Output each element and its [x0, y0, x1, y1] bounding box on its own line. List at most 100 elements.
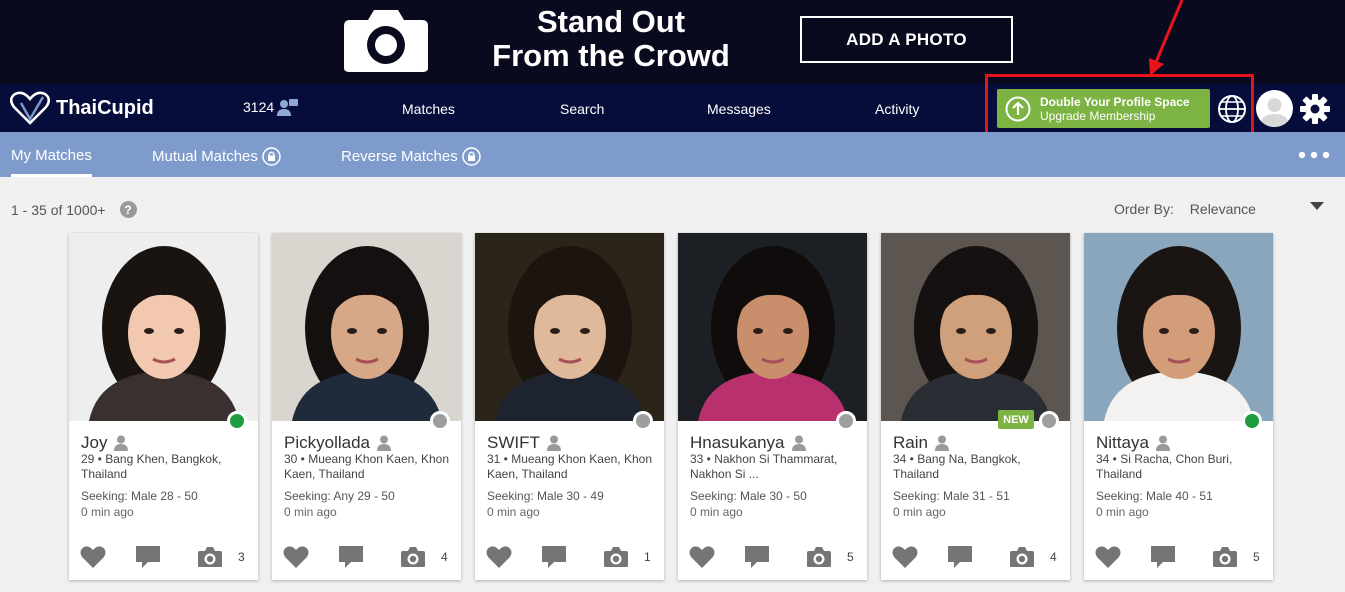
heart-icon[interactable]: [80, 545, 106, 569]
lock-icon: [461, 147, 481, 166]
last-active: 0 min ago: [893, 505, 946, 519]
nav-matches[interactable]: Matches: [402, 101, 455, 117]
user-avatar[interactable]: [1256, 90, 1293, 127]
logo[interactable]: ThaiCupid: [10, 91, 154, 125]
help-icon[interactable]: ?: [119, 201, 137, 218]
logo-text: ThaiCupid: [56, 96, 154, 119]
globe-icon[interactable]: [1216, 93, 1248, 125]
last-active: 0 min ago: [81, 505, 134, 519]
heart-icon[interactable]: [283, 545, 309, 569]
profile-photo[interactable]: [69, 233, 258, 421]
profile-name[interactable]: Hnasukanya: [690, 433, 785, 453]
profile-photo[interactable]: [881, 233, 1070, 421]
photo-count: 4: [1050, 550, 1057, 564]
user-icon: [114, 435, 129, 451]
tab-reverse-matches[interactable]: Reverse Matches: [341, 147, 481, 166]
arrow-up-circle-icon: [1005, 96, 1031, 121]
card-actions: 4: [881, 543, 1070, 569]
annotation-arrow-icon: [1149, 0, 1184, 76]
message-icon[interactable]: [135, 545, 161, 569]
heart-icon[interactable]: [689, 545, 715, 569]
profile-photo-image: [1084, 233, 1273, 421]
nav-search[interactable]: Search: [560, 101, 604, 117]
order-by[interactable]: Order By: Relevance: [1114, 201, 1256, 217]
profile-photo[interactable]: [272, 233, 461, 421]
match-card[interactable]: Pickyollada 30 • Mueang Khon Kaen, Khon K…: [272, 233, 461, 580]
order-by-value: Relevance: [1189, 201, 1256, 217]
tab-mutual-matches[interactable]: Mutual Matches: [152, 147, 281, 166]
user-silhouette-icon: [1260, 98, 1289, 127]
heart-icon[interactable]: [486, 545, 512, 569]
match-card[interactable]: Nittaya 34 • Si Racha, Chon Buri, Thailan…: [1084, 233, 1273, 580]
profile-location: 33 • Nakhon Si Thammarat, Nakhon Si ...: [690, 452, 838, 481]
camera-icon[interactable]: [603, 546, 629, 568]
matches-subnav: My Matches Mutual Matches Reverse Matche…: [0, 132, 1345, 177]
match-notifications[interactable]: 3124: [243, 98, 299, 116]
banner-headline-line1: Stand Out: [536, 4, 686, 39]
camera-icon[interactable]: [1009, 546, 1035, 568]
tab-my-matches[interactable]: My Matches: [11, 147, 92, 164]
match-card[interactable]: NEW Rain 34 • Bang Na, Bangkok, Thailand Se…: [881, 233, 1070, 580]
upgrade-membership-button[interactable]: Double Your Profile Space Upgrade Member…: [997, 89, 1210, 128]
profile-photo-image: [272, 233, 461, 421]
offline-status-indicator: [836, 411, 856, 431]
tab-label: Mutual Matches: [152, 148, 258, 165]
message-icon[interactable]: [1150, 545, 1176, 569]
chevron-down-icon[interactable]: [1310, 202, 1324, 210]
profile-photo-image: [881, 233, 1070, 421]
message-icon[interactable]: [541, 545, 567, 569]
match-card[interactable]: Joy 29 • Bang Khen, Bangkok, Thailand Seek…: [69, 233, 258, 580]
photo-count: 3: [238, 550, 245, 564]
user-icon: [1155, 435, 1170, 451]
nav-activity[interactable]: Activity: [875, 101, 919, 117]
more-options-icon[interactable]: [1298, 151, 1330, 159]
profile-name[interactable]: Pickyollada: [284, 433, 370, 453]
last-active: 0 min ago: [487, 505, 540, 519]
card-actions: 5: [678, 543, 867, 569]
camera-icon[interactable]: [806, 546, 832, 568]
user-icon: [791, 435, 806, 451]
profile-name[interactable]: Rain: [893, 433, 928, 453]
profile-name[interactable]: Nittaya: [1096, 433, 1149, 453]
offline-status-indicator: [633, 411, 653, 431]
profile-name[interactable]: SWIFT: [487, 433, 540, 453]
tab-label: My Matches: [11, 147, 92, 164]
nav-messages[interactable]: Messages: [707, 101, 771, 117]
camera-icon[interactable]: [400, 546, 426, 568]
profile-name-row: SWIFT: [487, 433, 561, 453]
heart-icon[interactable]: [1095, 545, 1121, 569]
camera-icon[interactable]: [197, 546, 223, 568]
add-photo-button[interactable]: ADD A PHOTO: [800, 16, 1013, 63]
profile-seeking: Seeking: Any 29 - 50: [284, 489, 395, 503]
offline-status-indicator: [1039, 411, 1059, 431]
lock-icon: [262, 147, 281, 166]
profile-name-row: Nittaya: [1096, 433, 1170, 453]
online-status-indicator: [227, 411, 247, 431]
profile-photo[interactable]: [475, 233, 664, 421]
profile-photo[interactable]: [1084, 233, 1273, 421]
match-card[interactable]: Hnasukanya 33 • Nakhon Si Thammarat, Nakh…: [678, 233, 867, 580]
photo-count: 5: [847, 550, 854, 564]
photo-count: 5: [1253, 550, 1260, 564]
profile-seeking: Seeking: Male 28 - 50: [81, 489, 198, 503]
gear-icon[interactable]: [1299, 93, 1331, 125]
message-icon[interactable]: [947, 545, 973, 569]
order-by-label: Order By:: [1114, 201, 1174, 217]
camera-icon[interactable]: [1212, 546, 1238, 568]
last-active: 0 min ago: [284, 505, 337, 519]
new-badge: NEW: [998, 410, 1034, 429]
match-card[interactable]: SWIFT 31 • Mueang Khon Kaen, Khon Kaen, T…: [475, 233, 664, 580]
users-icon: [277, 99, 299, 116]
message-icon[interactable]: [338, 545, 364, 569]
profile-photo-image: [69, 233, 258, 421]
message-icon[interactable]: [744, 545, 770, 569]
main-navbar: ThaiCupid 3124 Matches Search Messages A…: [0, 84, 1345, 132]
profile-location: 31 • Mueang Khon Kaen, Khon Kaen, Thaila…: [487, 452, 652, 481]
profile-name[interactable]: Joy: [81, 433, 107, 453]
camera-icon: [344, 10, 428, 72]
profile-name-row: Hnasukanya: [690, 433, 806, 453]
profile-photo[interactable]: [678, 233, 867, 421]
profile-seeking: Seeking: Male 30 - 49: [487, 489, 604, 503]
heart-icon[interactable]: [892, 545, 918, 569]
profile-name-row: Joy: [81, 433, 129, 453]
